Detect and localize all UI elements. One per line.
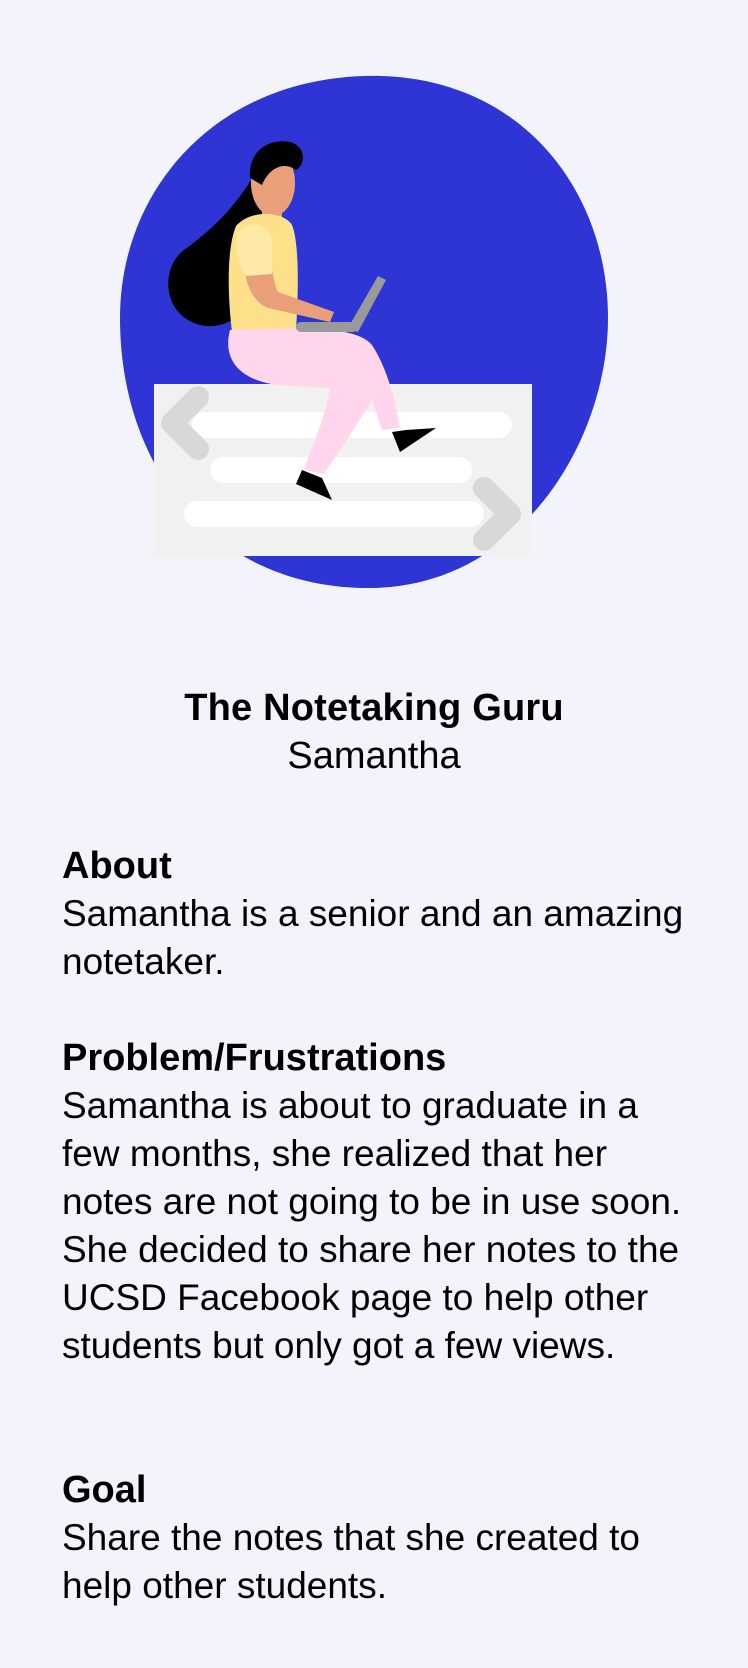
goal-heading: Goal [62, 1469, 147, 1511]
woman-with-laptop-illustration [120, 75, 608, 589]
persona-name: Samantha [287, 735, 461, 777]
hero-illustration [0, 0, 748, 620]
about-body: Samantha is a senior and an amazing note… [62, 893, 684, 982]
about-section: About Samantha is a senior and an amazin… [62, 842, 702, 986]
goal-body: Share the notes that she created to help… [62, 1517, 640, 1606]
card-line-3 [184, 501, 484, 527]
problem-heading: Problem/Frustrations [62, 1037, 447, 1079]
problem-body: Samantha is about to graduate in a few m… [62, 1085, 682, 1366]
problem-section: Problem/Frustrations Samantha is about t… [62, 1034, 702, 1370]
laptop-base-shape [296, 322, 358, 332]
persona-title: The Notetaking Guru [184, 687, 564, 729]
card-line-2 [210, 457, 472, 483]
persona-heading: The Notetaking Guru Samantha [0, 684, 748, 780]
about-heading: About [62, 845, 172, 887]
goal-section: Goal Share the notes that she created to… [62, 1466, 702, 1610]
